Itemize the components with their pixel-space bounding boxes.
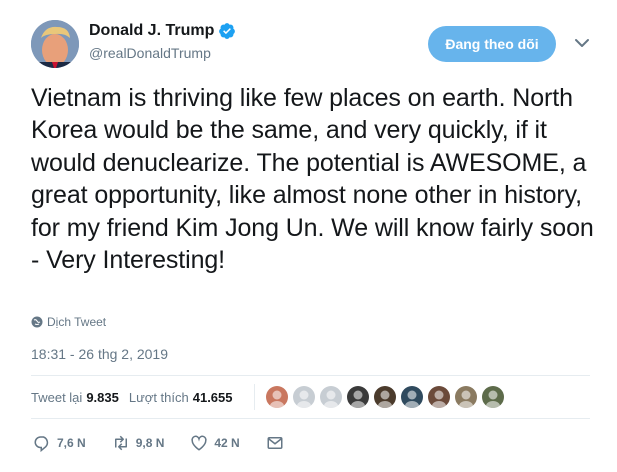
liker-avatar[interactable] xyxy=(320,386,342,408)
stats-separator xyxy=(254,384,255,410)
liker-avatar[interactable] xyxy=(347,386,369,408)
retweets-value: 9.835 xyxy=(86,390,119,405)
tweet-actions: 7,6 N 9,8 N 42 N xyxy=(33,434,310,452)
liker-avatar[interactable] xyxy=(293,386,315,408)
liker-avatar[interactable] xyxy=(482,386,504,408)
author-display-name[interactable]: Donald J. Trump xyxy=(89,22,214,40)
likes-value: 41.655 xyxy=(192,390,233,405)
reply-count: 7,6 N xyxy=(57,436,86,450)
heart-icon xyxy=(191,435,207,451)
liker-avatar[interactable] xyxy=(374,386,396,408)
like-count: 42 N xyxy=(214,436,240,450)
like-button[interactable]: 42 N xyxy=(190,434,240,452)
author-avatar[interactable] xyxy=(31,20,79,68)
liker-avatar[interactable] xyxy=(428,386,450,408)
author-handle[interactable]: @realDonaldTrump xyxy=(89,45,211,61)
likes-label: Lượt thích xyxy=(128,390,189,405)
tweet-timestamp[interactable]: 18:31 - 26 thg 2, 2019 xyxy=(31,346,168,362)
retweets-label: Tweet lại xyxy=(31,390,83,405)
divider xyxy=(31,375,590,376)
direct-message-button[interactable] xyxy=(266,434,284,452)
retweet-icon xyxy=(114,435,127,451)
liker-avatars xyxy=(266,386,509,408)
reply-icon xyxy=(34,436,49,452)
retweet-count: 9,8 N xyxy=(135,436,165,450)
liker-avatar[interactable] xyxy=(401,386,423,408)
reply-button[interactable]: 7,6 N xyxy=(33,434,86,452)
translate-tweet-link[interactable]: Dịch Tweet xyxy=(31,315,106,329)
verified-badge-icon xyxy=(219,23,236,39)
globe-icon xyxy=(31,316,43,328)
divider xyxy=(31,418,590,419)
author-name-row: Donald J. Trump xyxy=(89,22,236,40)
liker-avatar[interactable] xyxy=(455,386,477,408)
tweet-stats: Tweet lại 9.835 Lượt thích 41.655 xyxy=(31,390,243,405)
chevron-down-icon[interactable] xyxy=(574,37,590,49)
liker-avatar[interactable] xyxy=(266,386,288,408)
following-button[interactable]: Đang theo dõi xyxy=(428,26,556,62)
tweet-text: Vietnam is thriving like few places on e… xyxy=(31,84,594,275)
translate-label: Dịch Tweet xyxy=(47,315,107,329)
envelope-icon xyxy=(267,437,283,449)
retweets-stat[interactable]: Tweet lại 9.835 xyxy=(31,390,119,405)
likes-stat[interactable]: Lượt thích 41.655 xyxy=(129,390,233,405)
retweet-button[interactable]: 9,8 N xyxy=(112,434,165,452)
